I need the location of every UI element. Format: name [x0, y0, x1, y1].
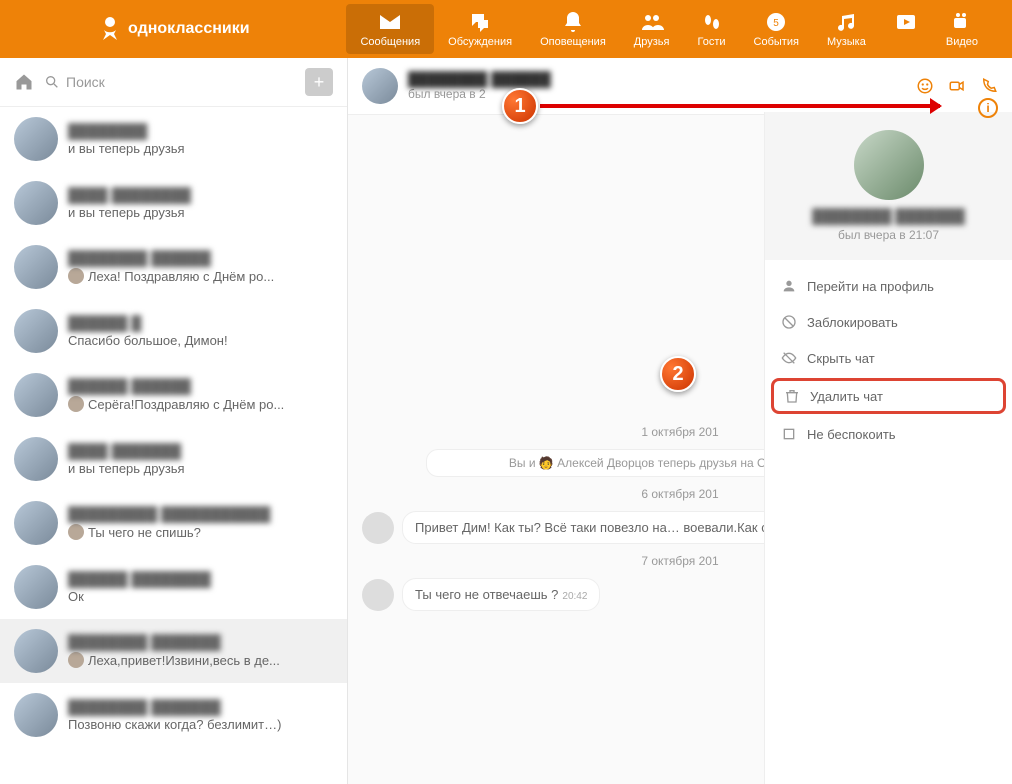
search-icon	[44, 74, 60, 90]
trash-icon	[784, 388, 800, 404]
chat-item-preview: Леха,привет!Извини,весь в де...	[68, 652, 333, 668]
chat-item-preview: и вы теперь друзья	[68, 461, 333, 476]
events-icon: 5	[764, 10, 788, 34]
chat-item-preview: Спасибо большое, Димон!	[68, 333, 333, 348]
top-nav: Сообщения Обсуждения Оповещения Друзья Г…	[346, 4, 992, 54]
menu-dnd[interactable]: Не беспокоить	[765, 416, 1012, 452]
ok-logo-icon	[100, 15, 120, 43]
info-name: ████████ ███████	[775, 208, 1002, 224]
chat-list-item[interactable]: █████████ ███████████ Ты чего не спишь?	[0, 491, 347, 555]
nav-discussions[interactable]: Обсуждения	[434, 4, 526, 54]
person-icon	[781, 278, 797, 294]
chat-avatar	[14, 117, 58, 161]
logo-text: одноклассники	[128, 20, 250, 38]
chat-avatar	[14, 245, 58, 289]
menu-block[interactable]: Заблокировать	[765, 304, 1012, 340]
chat-list-item[interactable]: ██████ ██████ Серёга!Поздравляю с Днём р…	[0, 363, 347, 427]
chat-avatar	[14, 565, 58, 609]
search-input[interactable]: Поиск	[44, 74, 295, 90]
info-menu: Перейти на профиль Заблокировать Скрыть …	[765, 260, 1012, 460]
chat-avatar	[14, 373, 58, 417]
chat-avatar	[14, 437, 58, 481]
message-avatar[interactable]	[362, 512, 394, 544]
nav-notifications[interactable]: Оповещения	[526, 4, 620, 54]
bell-icon	[561, 10, 585, 34]
chat-item-name: ████████ ███████	[68, 634, 333, 650]
chat-list-item[interactable]: ████████ ███████ Позвоню скажи когда? бе…	[0, 683, 347, 747]
top-navbar: одноклассники Сообщения Обсуждения Опове…	[0, 0, 1012, 58]
chat-item-preview: Ок	[68, 589, 333, 604]
play-icon	[894, 10, 918, 34]
chat-item-name: █████████ ███████████	[68, 506, 333, 522]
chat-item-preview: и вы теперь друзья	[68, 205, 333, 220]
chat-item-name: ██████ ██████	[68, 378, 333, 394]
home-icon[interactable]	[14, 72, 34, 92]
chat-info-panel: ████████ ███████ был вчера в 21:07 Перей…	[764, 112, 1012, 784]
message-avatar[interactable]	[362, 579, 394, 611]
menu-delete-chat[interactable]: Удалить чат	[771, 378, 1006, 414]
music-icon	[834, 10, 858, 34]
annotation-arrow	[540, 104, 940, 108]
nav-guests[interactable]: Гости	[683, 4, 739, 54]
chat-item-name: ██████ ████████	[68, 571, 333, 587]
nav-video[interactable]: Видео	[932, 4, 992, 54]
menu-hide-chat[interactable]: Скрыть чат	[765, 340, 1012, 376]
chat-avatar	[14, 693, 58, 737]
chat-avatar	[14, 501, 58, 545]
chat-item-name: ██████ █	[68, 315, 333, 331]
nav-friends[interactable]: Друзья	[620, 4, 684, 54]
new-chat-button[interactable]: +	[305, 68, 333, 96]
chat-item-name: ████████ ███████	[68, 699, 333, 715]
nav-photo[interactable]	[880, 4, 932, 54]
chat-item-preview: и вы теперь друзья	[68, 141, 333, 156]
chat-avatar	[14, 629, 58, 673]
chat-header-avatar[interactable]	[362, 68, 398, 104]
info-button-highlight[interactable]: i	[978, 98, 998, 118]
footprints-icon	[700, 10, 724, 34]
callout-1: 1	[502, 88, 538, 124]
chat-list-item[interactable]: ██████ █ Спасибо большое, Димон!	[0, 299, 347, 363]
callout-2: 2	[660, 356, 696, 392]
chat-item-preview: Леха! Поздравляю с Днём ро...	[68, 268, 333, 284]
chat-item-name: ████ ████████	[68, 187, 333, 203]
message-bubble: Ты чего не отвечаешь ?20:42	[402, 578, 600, 611]
camera-icon[interactable]	[948, 77, 966, 95]
emoji-icon[interactable]	[916, 77, 934, 95]
chat-item-name: ████ ███████	[68, 443, 333, 459]
chat-list-item[interactable]: ████ ███████ и вы теперь друзья	[0, 427, 347, 491]
site-logo[interactable]: одноклассники	[100, 15, 250, 43]
chat-item-name: ████████	[68, 123, 333, 139]
chat-item-preview: Ты чего не спишь?	[68, 524, 333, 540]
chat-item-preview: Позвоню скажи когда? безлимит…)	[68, 717, 333, 732]
chat-list-item[interactable]: ████ ████████ и вы теперь друзья	[0, 171, 347, 235]
chat-header-name: ████████ ██████	[408, 71, 551, 87]
chat-list-item[interactable]: ████████ и вы теперь друзья	[0, 107, 347, 171]
chat-item-name: ████████ ██████	[68, 250, 333, 266]
nav-music[interactable]: Музыка	[813, 4, 880, 54]
chat-sidebar: Поиск + ████████ и вы теперь друзья ████…	[0, 58, 348, 784]
chat-item-preview: Серёга!Поздравляю с Днём ро...	[68, 396, 333, 412]
chat-avatar	[14, 309, 58, 353]
eye-off-icon	[781, 350, 797, 366]
chat-area: ████████ ██████ был вчера в 2 1 октября …	[348, 58, 1012, 784]
friends-icon	[640, 10, 664, 34]
square-icon	[781, 426, 797, 442]
chat-list-item[interactable]: ████████ ██████ Леха! Поздравляю с Днём …	[0, 235, 347, 299]
video-icon	[950, 10, 974, 34]
menu-goto-profile[interactable]: Перейти на профиль	[765, 268, 1012, 304]
block-icon	[781, 314, 797, 330]
phone-icon[interactable]	[980, 77, 998, 95]
chat-icon	[468, 10, 492, 34]
chat-list: ████████ и вы теперь друзья ████ ███████…	[0, 107, 347, 784]
chat-list-item[interactable]: ██████ ████████ Ок	[0, 555, 347, 619]
nav-messages[interactable]: Сообщения	[346, 4, 434, 54]
chat-list-item[interactable]: ████████ ███████ Леха,привет!Извини,весь…	[0, 619, 347, 683]
envelope-icon	[378, 10, 402, 34]
chat-avatar	[14, 181, 58, 225]
info-avatar[interactable]	[854, 130, 924, 200]
nav-events[interactable]: 5События	[740, 4, 813, 54]
svg-text:5: 5	[773, 18, 779, 29]
info-status: был вчера в 21:07	[775, 228, 1002, 242]
